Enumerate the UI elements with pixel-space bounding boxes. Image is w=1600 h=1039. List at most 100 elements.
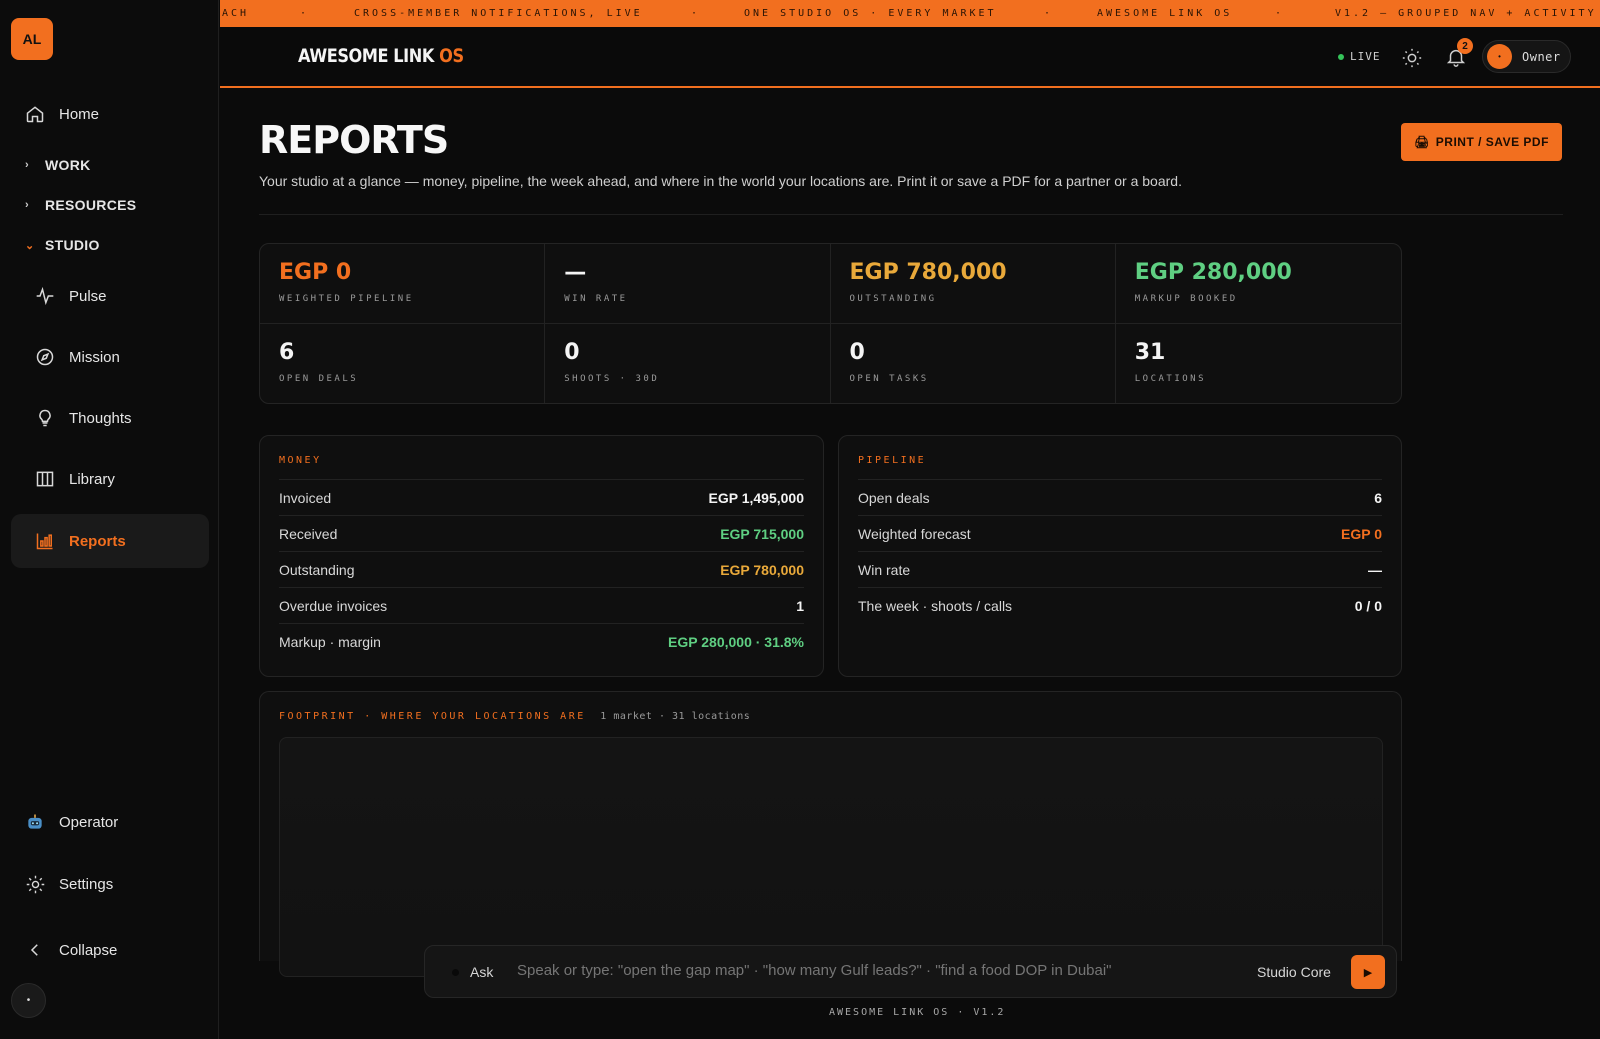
columns-icon: [34, 468, 56, 490]
sidebar-item-pulse[interactable]: Pulse: [11, 269, 209, 323]
ticker-segment: ACH: [222, 8, 250, 19]
sidebar-item-mission[interactable]: Mission: [11, 330, 209, 384]
ask-label: Ask: [470, 964, 494, 980]
owner-menu-button[interactable]: • Owner: [1482, 40, 1571, 73]
panel-heading: FOOTPRINT · WHERE YOUR LOCATIONS ARE: [279, 711, 586, 722]
kpi-label: LOCATIONS: [1134, 373, 1207, 384]
nav-group-resources[interactable]: › RESOURCES: [25, 197, 136, 213]
money-row-markup: Markup · margin EGP 280,000 · 31.8%: [279, 623, 804, 659]
nav-group-label: STUDIO: [45, 237, 100, 253]
row-label: Markup · margin: [279, 633, 381, 650]
kpi-value: —: [564, 260, 587, 285]
page-subtitle: Your studio at a glance — money, pipelin…: [259, 173, 1182, 189]
row-value: EGP 280,000 · 31.8%: [668, 633, 804, 650]
ask-input[interactable]: [517, 962, 1217, 979]
locations-map[interactable]: [279, 737, 1383, 977]
row-value: EGP 0: [1341, 525, 1382, 542]
home-icon: [24, 103, 46, 125]
row-label: Overdue invoices: [279, 597, 388, 614]
kpi-markup-booked: EGP 280,000 MARKUP BOOKED: [1115, 244, 1401, 324]
page-title: REPORTS: [259, 118, 449, 162]
play-icon: ▶: [1363, 966, 1373, 979]
sidebar-item-settings[interactable]: Settings: [11, 857, 209, 911]
nav-group-label: WORK: [45, 157, 91, 173]
pulse-icon: [34, 285, 56, 307]
sidebar-item-reports[interactable]: Reports: [11, 514, 209, 568]
kpi-locations: 31 LOCATIONS: [1116, 324, 1401, 404]
sidebar-item-label: Thoughts: [69, 409, 132, 427]
money-row-invoiced: Invoiced EGP 1,495,000: [279, 479, 804, 515]
sidebar-item-library[interactable]: Library: [11, 452, 209, 506]
money-row-received: Received EGP 715,000: [279, 515, 804, 551]
print-save-pdf-button[interactable]: 🖨 PRINT / SAVE PDF: [1401, 123, 1562, 161]
chevron-right-icon: ›: [25, 159, 29, 171]
kpi-value: 0: [564, 339, 580, 365]
print-button-label: PRINT / SAVE PDF: [1435, 135, 1549, 149]
announcement-ticker: ACH · CROSS-MEMBER NOTIFICATIONS, LIVE ·…: [220, 0, 1600, 27]
printer-icon: 🖨: [1414, 135, 1430, 149]
sidebar-item-operator[interactable]: Operator: [11, 795, 209, 849]
sidebar-item-label: Mission: [69, 348, 120, 366]
panel-heading: PIPELINE: [858, 455, 927, 466]
money-row-outstanding: Outstanding EGP 780,000: [279, 551, 804, 587]
money-panel: MONEY Invoiced EGP 1,495,000 Received EG…: [259, 435, 824, 677]
sidebar-item-label: Settings: [59, 875, 114, 893]
live-dot-icon: [1338, 53, 1344, 60]
compass-icon: [34, 346, 56, 368]
row-label: Received: [279, 525, 338, 542]
brand-wordmark[interactable]: AWESOME LINK OS: [298, 45, 464, 67]
kpi-value: 0: [849, 339, 865, 365]
row-label: Invoiced: [279, 489, 332, 506]
nav-group-studio[interactable]: ⌄ STUDIO: [25, 237, 100, 253]
row-value: —: [1368, 561, 1382, 578]
sun-icon: [1402, 48, 1422, 68]
theme-toggle-button[interactable]: [1401, 47, 1423, 69]
sidebar-collapse-button[interactable]: Collapse: [11, 923, 209, 977]
app-logo[interactable]: AL: [11, 18, 53, 60]
nav-group-label: RESOURCES: [45, 197, 137, 213]
footprint-meta: 1 market · 31 locations: [600, 711, 751, 722]
nav-group-work[interactable]: › WORK: [25, 157, 91, 173]
kpi-value: EGP 280,000: [1134, 260, 1292, 285]
kpi-label: OPEN TASKS: [849, 373, 929, 384]
header-divider: [259, 214, 1563, 215]
row-label: Win rate: [858, 561, 911, 578]
kpi-label: MARKUP BOOKED: [1134, 294, 1238, 304]
kpi-open-tasks: 0 OPEN TASKS: [831, 323, 1116, 403]
sidebar-item-label: Home: [59, 105, 100, 123]
send-button[interactable]: ▶: [1351, 955, 1385, 989]
pipeline-row-week: The week · shoots / calls 0 / 0: [858, 587, 1382, 623]
kpi-label: WEIGHTED PIPELINE: [279, 294, 414, 304]
model-selector[interactable]: Studio Core: [1257, 964, 1331, 980]
sidebar-item-label: Collapse: [59, 941, 118, 959]
row-value: EGP 1,495,000: [708, 489, 804, 506]
chevron-left-icon: [24, 939, 46, 961]
pipeline-panel: PIPELINE Open deals 6 Weighted forecast …: [838, 435, 1402, 677]
lightbulb-icon: [34, 407, 56, 429]
kpi-value: EGP 0: [279, 260, 352, 285]
row-value: 0 / 0: [1354, 597, 1382, 614]
kpi-shoots-30d: 0 SHOOTS · 30D: [545, 323, 831, 403]
row-value: EGP 715,000: [720, 525, 804, 542]
kpi-weighted-pipeline: EGP 0 WEIGHTED PIPELINE: [260, 244, 546, 324]
user-avatar[interactable]: •: [11, 983, 46, 1018]
chevron-right-icon: ›: [25, 199, 29, 211]
ticker-segment: CROSS-MEMBER NOTIFICATIONS, LIVE: [354, 8, 643, 19]
ticker-segment: V1.2 — GROUPED NAV + ACTIVITY: [1335, 8, 1597, 19]
pipeline-row-open-deals: Open deals 6: [858, 479, 1382, 515]
sidebar-item-thoughts[interactable]: Thoughts: [11, 391, 209, 445]
chevron-down-icon: ⌄: [25, 239, 35, 252]
ticker-separator: ·: [1275, 8, 1285, 19]
footprint-heading-row: FOOTPRINT · WHERE YOUR LOCATIONS ARE 1 m…: [279, 711, 750, 722]
row-label: Open deals: [858, 489, 930, 506]
ticker-separator: ·: [300, 8, 310, 19]
live-label: LIVE: [1350, 50, 1381, 63]
pipeline-row-weighted-forecast: Weighted forecast EGP 0: [858, 515, 1382, 551]
notification-badge: 2: [1457, 38, 1473, 54]
sidebar-item-home[interactable]: Home: [11, 87, 209, 141]
owner-label: Owner: [1522, 49, 1561, 64]
kpi-win-rate: — WIN RATE: [545, 244, 831, 324]
row-value: 6: [1374, 489, 1382, 506]
row-label: Weighted forecast: [858, 525, 971, 542]
kpi-value: EGP 780,000: [849, 260, 1007, 285]
